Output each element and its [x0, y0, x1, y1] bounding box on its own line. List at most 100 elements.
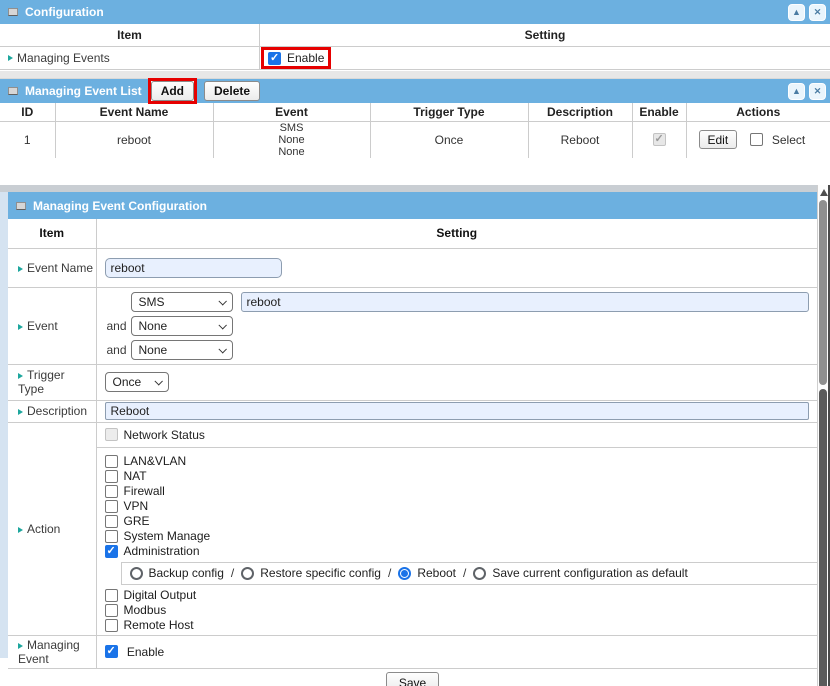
col-id: ID	[0, 103, 55, 121]
event-config-panel-header: Managing Event Configuration	[8, 192, 817, 219]
scrollbar-thumb[interactable]	[819, 200, 827, 385]
collapse-button[interactable]: ▲	[788, 4, 805, 21]
action-tail-group: Digital Output Modbus Remote Host	[97, 585, 818, 635]
enable-label: Enable	[287, 51, 324, 65]
lan-vlan-checkbox[interactable]	[105, 455, 118, 468]
scrollbar-track[interactable]	[819, 389, 827, 686]
trigger-type-select[interactable]: Once	[105, 372, 169, 392]
row-arrow-icon	[18, 409, 23, 415]
highlight-box: Add	[148, 78, 197, 104]
cell-actions: Edit Select	[686, 121, 830, 158]
delete-button[interactable]: Delete	[204, 81, 260, 101]
save-button[interactable]: Save	[386, 672, 439, 686]
backup-config-radio[interactable]	[130, 567, 143, 580]
item-column-header: Item	[0, 24, 260, 46]
row-arrow-icon	[18, 527, 23, 533]
event-value-input[interactable]: reboot	[241, 292, 810, 312]
event-name-label: Event Name	[27, 261, 93, 275]
reboot-label: Reboot	[417, 566, 456, 580]
config-scroll-region: Managing Event Configuration Item Settin…	[0, 185, 830, 686]
event-name-input[interactable]: reboot	[105, 258, 282, 278]
remote-host-checkbox[interactable]	[105, 619, 118, 632]
action-checkbox-group: LAN&VLAN NAT Firewall VPN GRE System Man…	[97, 448, 818, 561]
event-line: None	[214, 134, 370, 146]
option-separator: /	[388, 566, 391, 580]
col-trigger-type: Trigger Type	[370, 103, 528, 121]
vpn-checkbox[interactable]	[105, 500, 118, 513]
system-manage-label: System Manage	[124, 529, 211, 543]
administration-options-row: Backup config / Restore specific config …	[121, 562, 818, 585]
managing-events-label: Managing Events	[17, 51, 110, 65]
vpn-label: VPN	[124, 499, 149, 513]
description-label: Description	[27, 404, 87, 418]
panel-left-border	[0, 192, 8, 658]
managing-events-row: Managing Events Enable	[0, 47, 830, 70]
enable-label: Enable	[127, 645, 164, 659]
row-arrow-icon	[18, 373, 23, 379]
edit-button[interactable]: Edit	[699, 130, 738, 149]
restore-config-radio[interactable]	[241, 567, 254, 580]
digital-output-checkbox[interactable]	[105, 589, 118, 602]
event-name-label-cell: Event Name	[8, 248, 96, 287]
managing-event-label: Managing Event	[18, 638, 80, 666]
reboot-radio[interactable]	[398, 567, 411, 580]
scrollbar[interactable]	[817, 185, 830, 686]
description-row: Description Reboot	[8, 400, 817, 422]
configuration-panel-header: Configuration ▲ ✕	[0, 0, 830, 24]
event-type-select[interactable]: SMS	[131, 292, 233, 312]
chevron-down-icon	[218, 297, 226, 305]
row-select-checkbox[interactable]	[750, 133, 763, 146]
nat-label: NAT	[124, 469, 147, 483]
chevron-down-icon	[218, 345, 226, 353]
row-enable-checkbox	[653, 133, 666, 146]
close-icon[interactable]: ✕	[809, 83, 826, 100]
setting-column-header: Setting	[96, 219, 817, 248]
configuration-table-header: Item Setting	[0, 24, 830, 47]
network-status-option: Network Status	[97, 423, 818, 448]
cell-description: Reboot	[528, 121, 632, 158]
event-list-table: ID Event Name Event Trigger Type Descrip…	[0, 103, 830, 158]
modbus-checkbox[interactable]	[105, 604, 118, 617]
modbus-label: Modbus	[124, 603, 167, 617]
row-arrow-icon	[18, 643, 23, 649]
managing-event-enable-checkbox[interactable]	[105, 645, 118, 658]
managing-events-enable-checkbox[interactable]	[268, 52, 281, 65]
add-button[interactable]: Add	[151, 81, 194, 101]
event-config-panel: Managing Event Configuration Item Settin…	[8, 192, 817, 686]
action-row: Action Network Status LAN&VLAN NAT Firew…	[8, 422, 817, 635]
firewall-checkbox[interactable]	[105, 485, 118, 498]
save-area: Save	[8, 669, 817, 686]
network-status-checkbox	[105, 428, 118, 441]
event-and1-select[interactable]: None	[131, 316, 233, 336]
form-header-row: Item Setting	[8, 219, 817, 248]
event-list-title: Managing Event List	[25, 84, 142, 98]
row-arrow-icon	[18, 324, 23, 330]
gre-checkbox[interactable]	[105, 515, 118, 528]
event-list-header-row: ID Event Name Event Trigger Type Descrip…	[0, 103, 830, 121]
event-config-form: Item Setting Event Name reboot Event	[8, 219, 817, 669]
remote-host-label: Remote Host	[124, 618, 194, 632]
managing-event-label-cell: Managing Event	[8, 635, 96, 668]
system-manage-checkbox[interactable]	[105, 530, 118, 543]
col-event-name: Event Name	[55, 103, 213, 121]
item-column-header: Item	[8, 219, 96, 248]
nat-checkbox[interactable]	[105, 470, 118, 483]
col-actions: Actions	[686, 103, 830, 121]
scroll-top-strip	[0, 185, 817, 192]
lan-vlan-label: LAN&VLAN	[124, 454, 187, 468]
description-input[interactable]: Reboot	[105, 402, 810, 420]
highlight-box: Enable	[261, 47, 331, 69]
administration-checkbox[interactable]	[105, 545, 118, 558]
event-and2-select[interactable]: None	[131, 340, 233, 360]
event-list-panel-header: Managing Event List Add Delete ▲ ✕	[0, 79, 830, 103]
event-line: SMS	[214, 122, 370, 134]
collapse-button[interactable]: ▲	[788, 83, 805, 100]
save-default-radio[interactable]	[473, 567, 486, 580]
digital-output-label: Digital Output	[124, 588, 197, 602]
scrollbar-up-arrow-icon[interactable]	[820, 189, 828, 196]
row-arrow-icon	[8, 55, 13, 61]
select-label: Select	[772, 133, 805, 147]
close-icon[interactable]: ✕	[809, 4, 826, 21]
chevron-down-icon	[218, 321, 226, 329]
gre-label: GRE	[124, 514, 150, 528]
